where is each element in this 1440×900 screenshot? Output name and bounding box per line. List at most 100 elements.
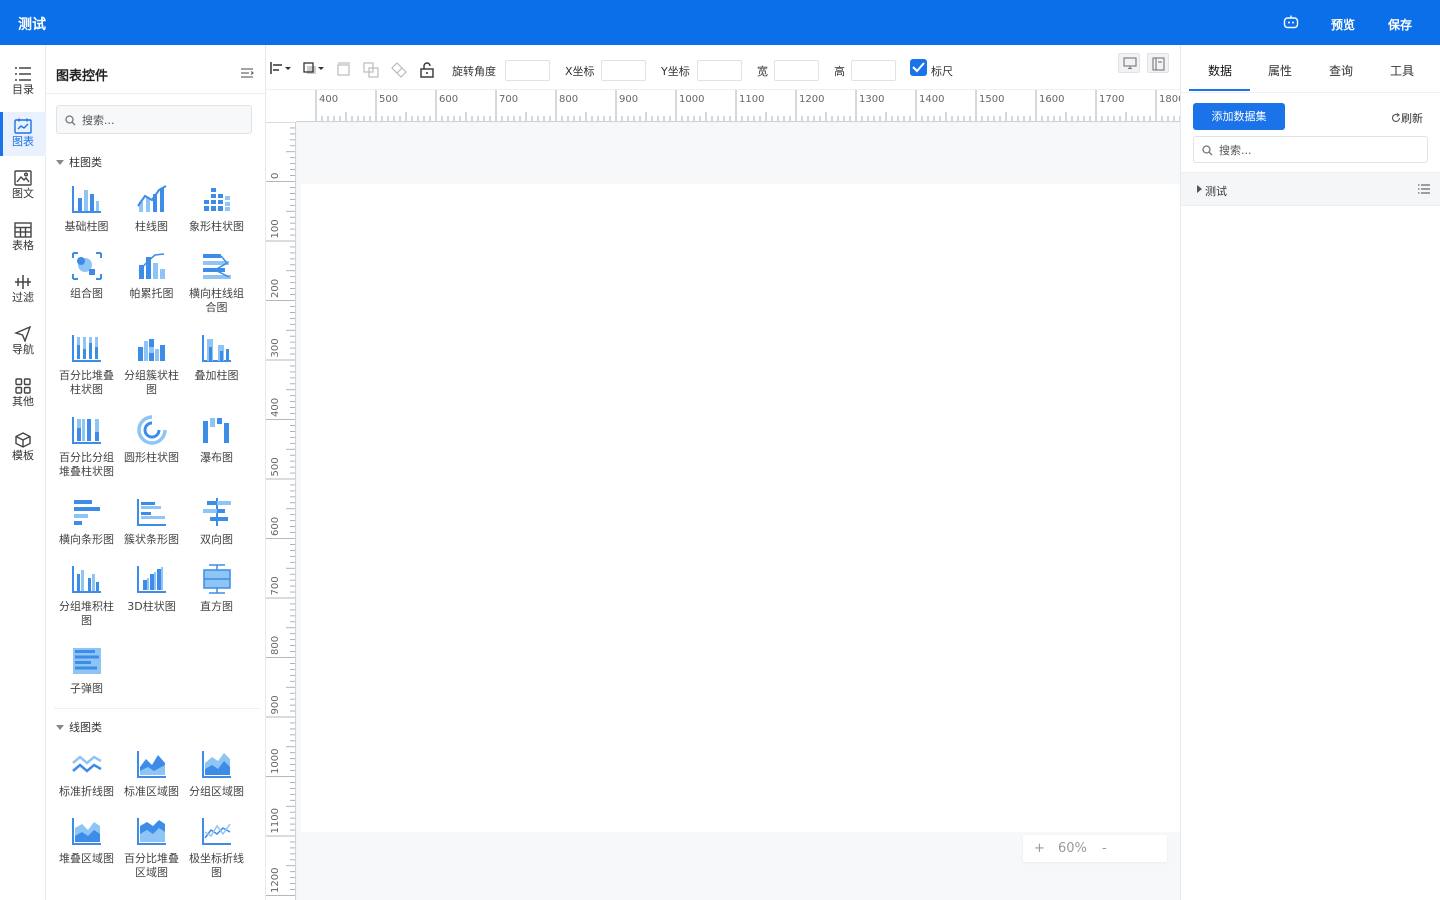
list-menu-icon[interactable] bbox=[1418, 184, 1430, 194]
rail-label: 图文 bbox=[12, 187, 34, 200]
rail-item-table[interactable]: 表格 bbox=[0, 216, 46, 260]
canvas-page[interactable] bbox=[301, 184, 1180, 832]
widget-3d-bar[interactable]: 3D柱状图 bbox=[119, 564, 184, 614]
widget-bar-line[interactable]: 柱线图 bbox=[119, 184, 184, 234]
group-icon[interactable] bbox=[337, 62, 351, 76]
width-input[interactable] bbox=[774, 60, 819, 81]
widget-horizontal-bar[interactable]: 横向条形图 bbox=[54, 497, 119, 547]
horizontal-ruler[interactable]: 400 500 600 700 800 900 1000 1100 1200 1300 1400 15… bbox=[296, 90, 1180, 122]
desktop-view-button[interactable] bbox=[1118, 53, 1140, 73]
widget-pictorial-bar[interactable]: 象形柱状图 bbox=[184, 184, 249, 234]
align-dropdown-icon[interactable] bbox=[270, 62, 292, 74]
tab-properties[interactable]: 属性 bbox=[1268, 62, 1292, 79]
widget-percent-stacked-bar[interactable]: 百分比堆叠柱状图 bbox=[54, 333, 119, 397]
widget-percent-grouped-stacked-bar[interactable]: 百分比分组堆叠柱状图 bbox=[54, 415, 119, 479]
widget-clustered-bar[interactable]: 簇状条形图 bbox=[119, 497, 184, 547]
zoom-in-button[interactable]: + bbox=[1034, 841, 1045, 856]
widget-histogram[interactable]: 直方图 bbox=[184, 564, 249, 614]
ruler-tick-label: 1100 bbox=[739, 94, 764, 105]
widget-grouped-clustered-bar[interactable]: 分组簇状柱图 bbox=[119, 333, 184, 397]
widget-label: 百分比分组堆叠柱状图 bbox=[59, 451, 114, 478]
chart-icon bbox=[14, 118, 32, 134]
widget-bidirectional[interactable]: 双向图 bbox=[184, 497, 249, 547]
zoom-control: + 60% - bbox=[1023, 835, 1167, 862]
ruler-tick-label: 1300 bbox=[859, 94, 884, 105]
height-input[interactable] bbox=[851, 60, 896, 81]
zoom-out-button[interactable]: - bbox=[1102, 841, 1107, 856]
rail-item-image-text[interactable]: 图文 bbox=[0, 164, 46, 208]
refresh-button[interactable]: 刷新 bbox=[1391, 110, 1423, 126]
tab-data[interactable]: 数据 bbox=[1208, 62, 1232, 79]
3d-bar-chart-icon bbox=[136, 566, 166, 593]
widget-search-input[interactable]: 搜索... bbox=[56, 105, 252, 134]
combo-chart-icon bbox=[71, 252, 102, 280]
rail-item-navigation[interactable]: 导航 bbox=[0, 320, 46, 364]
assistant-robot-icon[interactable] bbox=[1283, 15, 1299, 29]
widget-label: 帕累托图 bbox=[129, 287, 174, 300]
layer-dropdown-icon[interactable] bbox=[303, 62, 325, 75]
merge-icon[interactable] bbox=[363, 62, 379, 78]
rail-item-template[interactable]: 模板 bbox=[0, 426, 46, 470]
stacked-area-chart-icon bbox=[71, 818, 101, 845]
widget-percent-stacked-area[interactable]: 百分比堆叠区域图 bbox=[119, 816, 184, 880]
ruler-checkbox[interactable] bbox=[910, 59, 927, 76]
ungroup-icon[interactable] bbox=[391, 62, 407, 78]
preview-button[interactable]: 预览 bbox=[1331, 16, 1355, 33]
percent-grouped-stacked-icon bbox=[71, 417, 101, 444]
horizontal-bar-icon bbox=[73, 500, 100, 525]
widget-polar-line[interactable]: 极坐标折线图 bbox=[184, 816, 249, 880]
widget-grouped-area[interactable]: 分组区域图 bbox=[184, 749, 249, 799]
tab-tools[interactable]: 工具 bbox=[1390, 62, 1414, 79]
widget-pareto[interactable]: 帕累托图 bbox=[119, 251, 184, 301]
ruler-tick-label: 200 bbox=[270, 279, 281, 298]
unlock-icon[interactable] bbox=[420, 62, 434, 78]
ruler-tick-label: 600 bbox=[270, 517, 281, 536]
widget-stacked-area[interactable]: 堆叠区域图 bbox=[54, 816, 119, 866]
rail-item-filter[interactable]: 过滤 bbox=[0, 268, 46, 312]
ruler-tick-label: 1100 bbox=[270, 808, 281, 833]
widget-grouped-stacked-bar[interactable]: 分组堆积柱图 bbox=[54, 564, 119, 628]
widget-circular-bar[interactable]: 圆形柱状图 bbox=[119, 415, 184, 465]
page-view-button[interactable] bbox=[1147, 53, 1169, 73]
rotate-input[interactable] bbox=[505, 60, 550, 81]
category-bar-charts[interactable]: 柱图类 bbox=[56, 154, 102, 170]
widget-basic-bar[interactable]: 基础柱图 bbox=[54, 184, 119, 234]
left-nav-rail: 目录 图表 图文 表格 过滤 导航 其他 模板 bbox=[0, 45, 46, 900]
widget-standard-line[interactable]: 标准折线图 bbox=[54, 749, 119, 799]
widget-label: 分组堆积柱图 bbox=[59, 600, 114, 627]
add-dataset-button[interactable]: 添加数据集 bbox=[1193, 103, 1285, 130]
y-coord-input[interactable] bbox=[697, 60, 742, 81]
widget-label: 子弹图 bbox=[70, 682, 103, 695]
widget-horizontal-bar-line-combo[interactable]: 横向柱线组合图 bbox=[184, 251, 249, 315]
percent-stacked-bar-icon bbox=[71, 335, 101, 362]
grouped-clustered-bar-icon bbox=[137, 339, 165, 361]
collapse-panel-icon[interactable] bbox=[240, 67, 254, 79]
caret-right-icon bbox=[1197, 185, 1202, 193]
ruler-tick-label: 700 bbox=[499, 94, 518, 105]
chart-widget-panel: 图表控件 搜索... 柱图类 基础柱图 柱线图 象形柱状图 组合图 帕累托图 横… bbox=[46, 45, 266, 900]
rail-item-chart[interactable]: 图表 bbox=[0, 112, 46, 156]
category-label: 柱图类 bbox=[69, 156, 102, 169]
rail-label: 其他 bbox=[12, 395, 34, 408]
dataset-row[interactable]: 测试 bbox=[1181, 172, 1440, 206]
overlay-bar-icon bbox=[201, 335, 231, 362]
x-coord-input[interactable] bbox=[601, 60, 646, 81]
ruler-tick-label: 0 bbox=[270, 173, 281, 179]
dataset-search-input[interactable]: 搜索... bbox=[1193, 136, 1428, 163]
widget-overlay-bar[interactable]: 叠加柱图 bbox=[184, 333, 249, 383]
tab-query[interactable]: 查询 bbox=[1329, 62, 1353, 79]
design-canvas-area[interactable]: 400 500 600 700 800 900 1000 1100 1200 1300 1400 15… bbox=[266, 90, 1180, 900]
rail-item-catalog[interactable]: 目录 bbox=[0, 60, 46, 104]
widget-label: 簇状条形图 bbox=[124, 533, 179, 546]
save-button[interactable]: 保存 bbox=[1388, 16, 1412, 33]
widget-bullet[interactable]: 子弹图 bbox=[54, 646, 119, 696]
widget-standard-area[interactable]: 标准区域图 bbox=[119, 749, 184, 799]
vertical-ruler[interactable]: 0 100 200 300 400 500 600 700 800 900 1000 1100 1200 bbox=[266, 122, 296, 900]
rail-label: 目录 bbox=[12, 83, 34, 96]
caret-down-icon bbox=[56, 160, 64, 165]
rail-item-others[interactable]: 其他 bbox=[0, 372, 46, 416]
widget-waterfall[interactable]: 瀑布图 bbox=[184, 415, 249, 465]
widget-label: 象形柱状图 bbox=[189, 220, 244, 233]
widget-combo[interactable]: 组合图 bbox=[54, 251, 119, 301]
category-line-charts[interactable]: 线图类 bbox=[56, 719, 102, 735]
